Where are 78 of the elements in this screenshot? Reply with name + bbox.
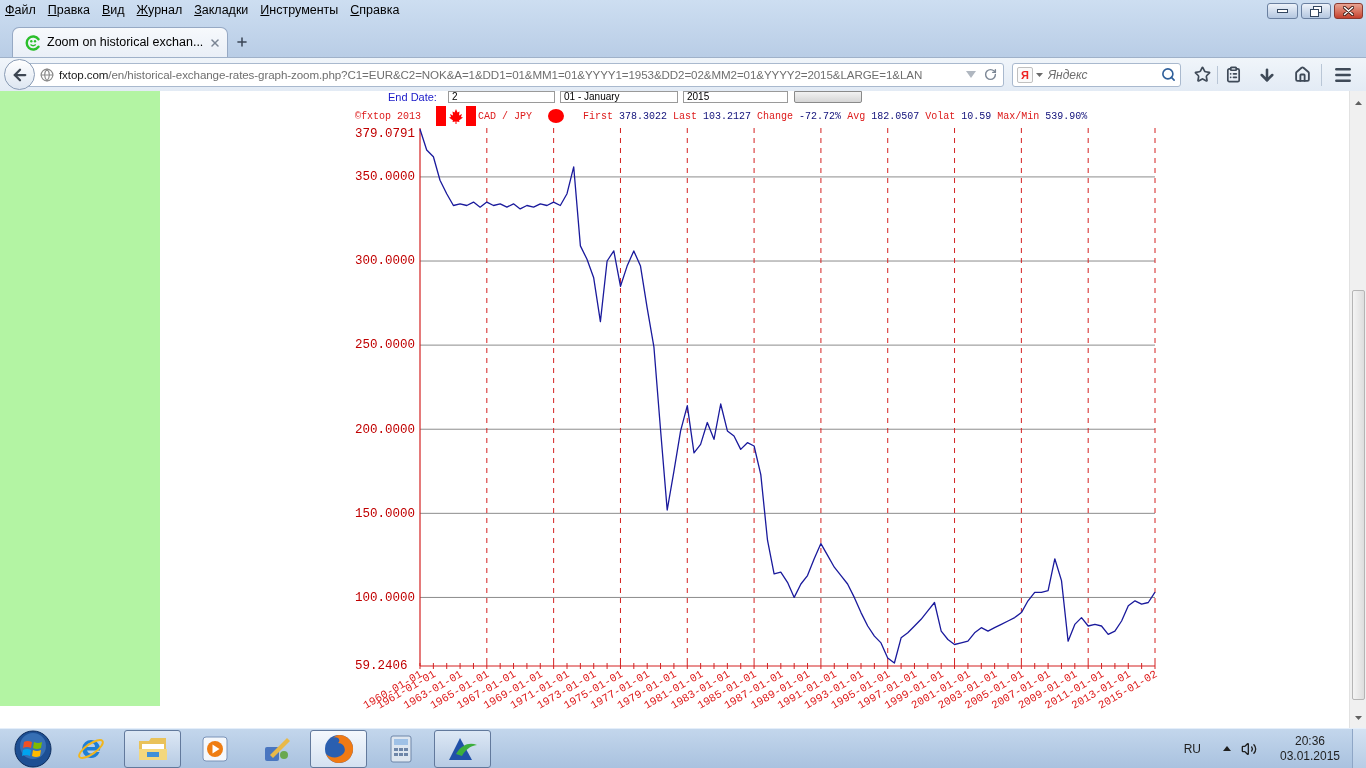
month-select[interactable]: 01 - January [560,91,678,103]
menu-item[interactable]: Файл [5,0,36,20]
stat-label: Volat [925,109,956,124]
folder-icon [137,735,168,762]
new-tab-button[interactable] [235,35,249,49]
day-field[interactable]: 2 [448,91,555,103]
stat-value: 539.90% [1045,109,1088,124]
calculator-icon [389,734,412,763]
taskbar-button[interactable] [310,729,367,768]
smiley-icon [25,34,41,51]
scroll-up-arrow-icon [1354,101,1362,105]
star-icon [1193,66,1211,83]
stat-value: 182.0507 [871,109,920,124]
stat-value: 10.59 [961,109,992,124]
minimize-button[interactable] [1267,3,1298,19]
menu-item[interactable]: Справка [350,0,400,20]
language-indicator[interactable]: RU [1183,739,1201,758]
y-axis-label: 59.2406 [355,659,408,674]
scrollbar-thumb[interactable] [1351,290,1365,700]
restore-button[interactable] [1301,3,1331,19]
y-axis-label: 300.0000 [355,254,415,269]
form-button[interactable] [794,91,862,103]
scrollbar[interactable] [1349,91,1366,728]
stat-value: -72.72% [799,109,842,124]
y-axis-label: 379.0791 [355,127,415,142]
circle-icon [548,109,565,123]
stat-value: 103.2127 [703,109,752,124]
plus-icon [235,35,249,49]
globe-icon [40,67,54,82]
speaker-icon[interactable] [1241,740,1257,757]
clock-date[interactable]: 03.01.2015 [1279,748,1341,764]
search-engine-button[interactable]: Я [1017,66,1033,83]
reload-icon [983,68,997,81]
y-axis-label: 200.0000 [355,422,415,437]
stat-label: Avg [847,109,866,124]
reload-button[interactable] [983,67,997,82]
up-triangle-icon[interactable] [1223,746,1231,751]
stat-label: Change [757,109,794,124]
restore-icon [1310,5,1322,17]
clock-time[interactable]: 20:36 [1295,733,1325,749]
stat-label: Max/Min [997,109,1040,124]
browser-tab[interactable]: Zoom on historical exchan... [12,27,228,57]
stat-value: 378.3022 [619,109,668,124]
close-icon [1343,6,1354,16]
minimize-icon [1277,9,1288,13]
chart-credit: ©fxtop 2013 [355,109,421,124]
close-button[interactable] [1334,3,1363,19]
caret-icon [1035,72,1043,77]
orb-icon [14,729,52,768]
menu-item[interactable]: Вид [102,0,125,20]
menu-item[interactable]: Журнал [136,0,183,20]
year-field[interactable]: 2015 [683,91,788,103]
clipboard-list-icon [1224,66,1242,83]
stat-label: Last [673,109,698,124]
taskbar-button[interactable] [434,729,491,768]
y-axis-label: 350.0000 [355,170,415,185]
search-field[interactable]: Я Яндекс [1012,62,1181,87]
dropdown-triangle-icon [966,71,976,78]
back-button[interactable] [4,59,35,90]
play-icon [201,735,228,762]
end-date-label: End Date: [388,91,438,103]
menu-item[interactable]: Инструменты [260,0,339,20]
taskbar-button[interactable] [124,729,181,768]
y-axis-label: 150.0000 [355,506,415,521]
home-icon [1293,66,1311,83]
fox-globe-icon [323,733,354,764]
search-icon [1161,67,1176,82]
y-axis-label: 100.0000 [355,590,415,605]
scroll-down-arrow-icon [1354,716,1362,720]
close-icon [209,36,222,49]
maple-leaf-flag-icon [436,106,476,126]
currency-pair: CAD / JPY [478,109,533,124]
menu-item[interactable]: Закладки [194,0,249,20]
stat-label: First [583,109,614,124]
close-tab-button[interactable] [209,36,222,49]
start-button[interactable] [14,729,52,768]
y-axis-label: 250.0000 [355,338,415,353]
menu-item[interactable]: Правка [47,0,90,20]
